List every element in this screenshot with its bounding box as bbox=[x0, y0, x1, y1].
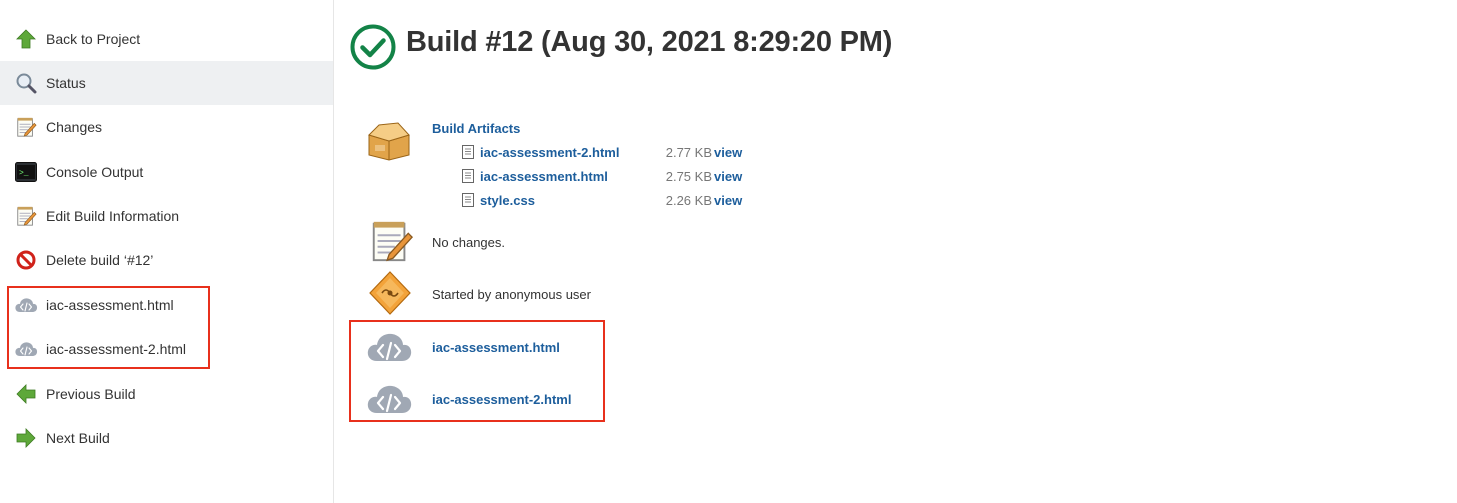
right-arrow-icon bbox=[14, 427, 38, 449]
status-label: Status bbox=[46, 75, 86, 91]
artifact-row: iac-assessment-2.html 2.77 KB view bbox=[462, 143, 762, 163]
changes-label: Changes bbox=[46, 119, 103, 135]
next-build-link[interactable]: Next Build bbox=[0, 416, 333, 460]
sidebar: Back to Project Status Changes >_ Consol… bbox=[0, 0, 334, 503]
delete-build-link[interactable]: Delete build ‘#12’ bbox=[0, 238, 333, 282]
edit-build-info-label: Edit Build Information bbox=[46, 208, 180, 224]
build-cause-icon bbox=[368, 270, 412, 321]
previous-build-link[interactable]: Previous Build bbox=[0, 372, 333, 416]
sidebar-highlight-box bbox=[7, 286, 210, 369]
artifact-view-link[interactable]: view bbox=[714, 169, 742, 184]
file-icon bbox=[462, 193, 474, 212]
artifact-size: 2.26 KB bbox=[665, 193, 712, 208]
console-output-link[interactable]: >_ Console Output bbox=[0, 150, 333, 194]
artifact-row: iac-assessment.html 2.75 KB view bbox=[462, 167, 762, 187]
reports-highlight-box bbox=[349, 320, 605, 422]
no-changes-text: No changes. bbox=[432, 235, 505, 250]
up-arrow-icon bbox=[14, 28, 38, 50]
artifact-row: style.css 2.26 KB view bbox=[462, 191, 762, 211]
started-by-text: Started by anonymous user bbox=[432, 287, 591, 302]
success-check-icon bbox=[350, 24, 396, 75]
notepad-icon bbox=[14, 116, 38, 138]
artifact-link[interactable]: iac-assessment.html bbox=[480, 169, 608, 184]
main-panel: Build #12 (Aug 30, 2021 8:29:20 PM) Buil… bbox=[334, 0, 1457, 503]
next-build-label: Next Build bbox=[46, 430, 110, 446]
artifact-size: 2.77 KB bbox=[665, 145, 712, 160]
package-icon bbox=[365, 121, 413, 166]
delete-build-label: Delete build ‘#12’ bbox=[46, 252, 154, 268]
notepad-icon bbox=[368, 218, 414, 269]
artifact-view-link[interactable]: view bbox=[714, 145, 742, 160]
no-entry-icon bbox=[14, 249, 38, 271]
file-icon bbox=[462, 169, 474, 188]
back-to-project-link[interactable]: Back to Project bbox=[0, 17, 333, 61]
changes-link[interactable]: Changes bbox=[0, 105, 333, 149]
console-output-label: Console Output bbox=[46, 164, 144, 180]
back-to-project-label: Back to Project bbox=[46, 31, 141, 47]
magnifier-icon bbox=[14, 72, 38, 94]
svg-text:>_: >_ bbox=[19, 169, 29, 178]
file-icon bbox=[462, 145, 474, 164]
notepad-icon bbox=[14, 205, 38, 227]
edit-build-info-link[interactable]: Edit Build Information bbox=[0, 194, 333, 238]
previous-build-label: Previous Build bbox=[46, 386, 136, 402]
terminal-icon: >_ bbox=[14, 161, 38, 183]
left-arrow-icon bbox=[14, 383, 38, 405]
page-title: Build #12 (Aug 30, 2021 8:29:20 PM) bbox=[406, 26, 893, 58]
artifact-link[interactable]: style.css bbox=[480, 193, 535, 208]
artifact-size: 2.75 KB bbox=[665, 169, 712, 184]
status-link[interactable]: Status bbox=[0, 61, 333, 105]
artifact-view-link[interactable]: view bbox=[714, 193, 742, 208]
build-artifacts-link[interactable]: Build Artifacts bbox=[432, 121, 520, 136]
artifact-link[interactable]: iac-assessment-2.html bbox=[480, 145, 619, 160]
